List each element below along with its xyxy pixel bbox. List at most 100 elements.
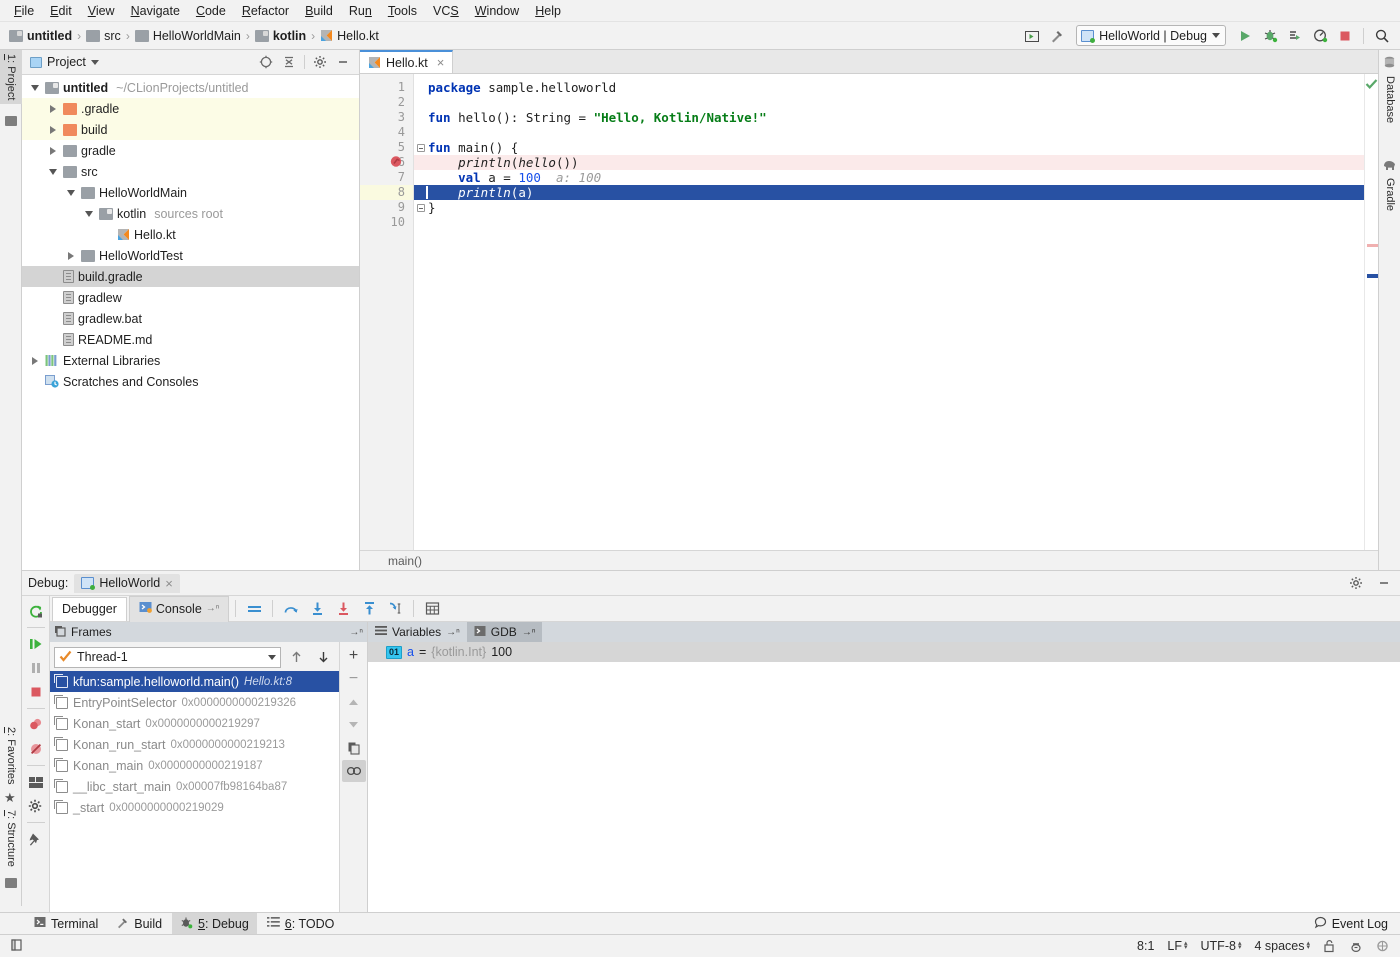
force-step-into-button[interactable] xyxy=(331,598,355,620)
tree-twisty-down[interactable] xyxy=(28,81,41,94)
previous-frame-button[interactable] xyxy=(284,646,308,668)
sidebar-item-project[interactable]: 1: Project xyxy=(0,50,22,105)
hide-icon[interactable] xyxy=(1374,573,1394,593)
copy-stack-button[interactable] xyxy=(342,737,366,759)
tab-debugger[interactable]: Debugger xyxy=(52,596,127,621)
gutter-line-number[interactable]: 7 xyxy=(360,170,413,185)
tree-twisty-down[interactable] xyxy=(46,165,59,178)
step-out-button[interactable] xyxy=(357,598,381,620)
attach-to-process-button[interactable] xyxy=(1285,26,1305,46)
variables-body[interactable]: 01 a = {kotlin.Int} 100 xyxy=(368,642,1400,914)
debug-session-tab[interactable]: HelloWorld × xyxy=(74,573,180,593)
resume-program-button[interactable] xyxy=(24,633,48,655)
tree-item-gradlew-bat[interactable]: gradlew.bat xyxy=(22,308,359,329)
menu-item-run[interactable]: Run xyxy=(341,2,380,20)
indent-selector[interactable]: 4 spaces ▴ ▾ xyxy=(1254,939,1310,953)
mute-breakpoints-button[interactable] xyxy=(24,738,48,760)
frame-row[interactable]: _start 0x0000000000219029 xyxy=(50,797,339,818)
rerun-button[interactable] xyxy=(24,600,48,622)
thread-dropdown[interactable]: Thread-1 xyxy=(54,646,281,668)
stop-button[interactable] xyxy=(1335,26,1355,46)
gutter-line-number[interactable]: 9 xyxy=(360,200,413,215)
editor-marker-strip[interactable] xyxy=(1364,74,1378,550)
menu-item-window[interactable]: Window xyxy=(467,2,527,20)
gutter-line-number[interactable]: 8 xyxy=(360,185,413,200)
code-line-9[interactable]: } xyxy=(414,200,1364,215)
show-execution-point-button[interactable] xyxy=(242,598,266,620)
gutter-line-number[interactable]: 6 xyxy=(360,155,413,170)
menu-item-refactor[interactable]: Refactor xyxy=(234,2,297,20)
pause-program-button[interactable] xyxy=(24,657,48,679)
menu-item-file[interactable]: FFileile xyxy=(6,2,42,20)
tree-item-helloworldtest[interactable]: HelloWorldTest xyxy=(22,245,359,266)
gutter-line-number[interactable]: 1 xyxy=(360,80,413,95)
tree-item-build-gradle[interactable]: build.gradle xyxy=(22,266,359,287)
menu-item-tools[interactable]: Tools xyxy=(380,2,425,20)
tree-twisty-right[interactable] xyxy=(64,249,77,262)
sidebar-item-favorites[interactable]: 2: Favorites xyxy=(0,723,22,788)
code-line-7[interactable]: val a = 100 a: 100 xyxy=(414,170,1364,185)
tree-item-helloworldmain[interactable]: HelloWorldMain xyxy=(22,182,359,203)
pin-icon[interactable]: →ⁿ xyxy=(349,627,363,638)
close-icon[interactable]: × xyxy=(165,576,173,591)
tree-twisty-right[interactable] xyxy=(28,354,41,367)
tree-item-gradlew[interactable]: gradlew xyxy=(22,287,359,308)
gutter-line-number[interactable]: 4 xyxy=(360,125,413,140)
line-separator-selector[interactable]: LF ▴ ▾ xyxy=(1167,939,1187,953)
menu-item-vcs[interactable]: VCS xyxy=(425,2,467,20)
sidebar-item-database[interactable]: Database xyxy=(1379,72,1400,127)
bottom-tab-debug[interactable]: 5: Debug xyxy=(172,912,257,935)
run-button[interactable] xyxy=(1235,26,1255,46)
frame-row[interactable]: __libc_start_main 0x00007fb98164ba87 xyxy=(50,776,339,797)
settings-gear-button[interactable] xyxy=(24,795,48,817)
project-panel-title[interactable]: Project xyxy=(30,55,256,69)
menu-item-build[interactable]: Build xyxy=(297,2,341,20)
debug-button[interactable] xyxy=(1260,26,1280,46)
tree-twisty-down[interactable] xyxy=(64,186,77,199)
build-hammer-icon[interactable] xyxy=(1047,26,1067,46)
tree-twisty-right[interactable] xyxy=(46,123,59,136)
gutter-line-number[interactable]: 5 xyxy=(360,140,413,155)
step-over-button[interactable] xyxy=(279,598,303,620)
menu-item-help[interactable]: Help xyxy=(527,2,569,20)
code-line-5[interactable]: fun main() { xyxy=(414,140,1364,155)
pin-icon[interactable]: →ⁿ xyxy=(522,627,536,638)
tab-gdb[interactable]: GDB →ⁿ xyxy=(466,622,543,642)
evaluate-expression-button[interactable] xyxy=(420,598,444,620)
code-area[interactable]: package sample.helloworld fun hello(): St… xyxy=(414,74,1364,550)
frame-row[interactable]: Konan_run_start 0x0000000000219213 xyxy=(50,734,339,755)
ok-checkmark-icon[interactable] xyxy=(1365,78,1378,93)
gutter-line-number[interactable]: 2 xyxy=(360,95,413,110)
tree-item--gradle[interactable]: .gradle xyxy=(22,98,359,119)
add-button[interactable]: + xyxy=(342,645,366,667)
bottom-tab-build[interactable]: Build xyxy=(108,913,170,935)
menu-item-navigate[interactable]: Navigate xyxy=(123,2,188,20)
tree-item-untitled[interactable]: untitled ~/CLionProjects/untitled xyxy=(22,77,359,98)
variable-row-a[interactable]: 01 a = {kotlin.Int} 100 xyxy=(368,642,1400,662)
tree-item-build[interactable]: build xyxy=(22,119,359,140)
editor-gutter[interactable]: 1 2 3 4 5 6 7 8 9 10 xyxy=(360,74,414,550)
tree-item-readme-md[interactable]: README.md xyxy=(22,329,359,350)
gear-icon[interactable] xyxy=(1346,573,1366,593)
remove-button[interactable]: − xyxy=(342,668,366,690)
editor-bottom-breadcrumb[interactable]: main() xyxy=(360,550,1378,570)
execution-line-marker[interactable] xyxy=(1367,274,1378,278)
bottom-tab-terminal[interactable]: Terminal xyxy=(26,913,106,934)
customize-threads-view-button[interactable] xyxy=(341,760,366,782)
gutter-line-number[interactable]: 10 xyxy=(360,215,413,230)
tree-twisty-right[interactable] xyxy=(46,144,59,157)
unlocked-icon[interactable] xyxy=(1323,939,1336,953)
step-into-button[interactable] xyxy=(305,598,329,620)
breakpoint-verified-icon[interactable] xyxy=(390,155,403,171)
project-tree[interactable]: untitled ~/CLionProjects/untitled .gradle b… xyxy=(22,75,359,570)
code-fold-icon[interactable] xyxy=(417,204,425,212)
tree-item-scratches-and-consoles[interactable]: Scratches and Consoles xyxy=(22,371,359,392)
tree-twisty-right[interactable] xyxy=(46,102,59,115)
code-line-6[interactable]: println(hello()) xyxy=(414,155,1364,170)
menu-item-code[interactable]: Code xyxy=(188,2,234,20)
toggle-toolbar-icon[interactable] xyxy=(10,938,24,955)
pin-icon[interactable]: →ⁿ xyxy=(206,603,220,614)
inspections-icon[interactable] xyxy=(1349,939,1363,953)
breadcrumb-item-untitled[interactable]: untitled xyxy=(6,28,75,44)
code-line-3[interactable]: fun hello(): String = "Hello, Kotlin/Nat… xyxy=(414,110,1364,125)
